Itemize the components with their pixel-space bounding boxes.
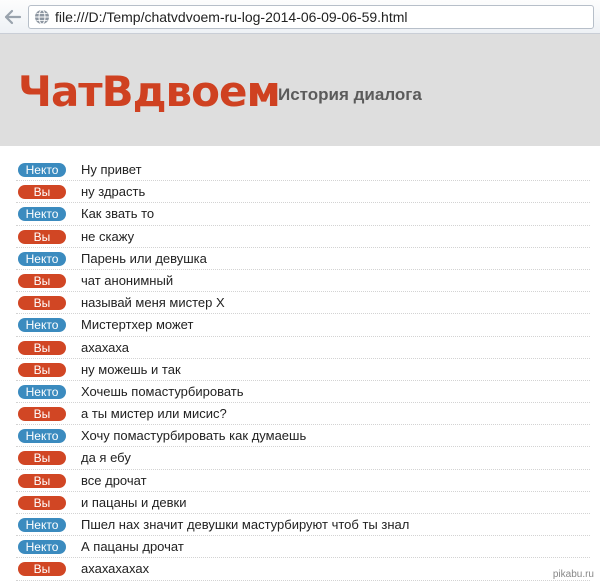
chat-message-row: Вы а ты мистер или мисис? [16,403,590,426]
message-text: А пацаны дрочат [81,539,184,555]
message-text: Ну привет [81,162,142,177]
sender-badge-you: Вы [18,451,66,466]
address-bar-url: file:///D:/Temp/chatvdvoem-ru-log-2014-0… [55,9,408,25]
message-text: и пацаны и девки [81,494,187,510]
sender-badge-stranger: Некто [18,207,66,222]
chat-message-row: Вы ну здрасть [16,181,590,204]
sender-badge-stranger: Некто [18,251,66,266]
message-text: а ты мистер или мисис? [81,406,227,422]
message-text: Как звать то [81,206,155,222]
browser-toolbar: file:///D:/Temp/chatvdvoem-ru-log-2014-0… [0,0,600,34]
chat-message-row: Вы чат анонимный [16,270,590,293]
sender-badge-stranger: Некто [18,429,66,444]
chat-message-row: Вы ахахахахах [16,558,590,581]
sender-badge-you: Вы [18,340,66,355]
page-header: ЧатВдвоем История диалога [0,34,600,146]
sender-badge-you: Вы [18,296,66,311]
message-text: ну можешь и так [81,361,181,377]
chat-message-row: Вы называй меня мистер Х [16,292,590,315]
chat-message-row: Некто Как звать то [16,203,590,226]
chat-message-row: Вы не скажу [16,226,590,248]
globe-icon [35,9,49,25]
message-text: Хочу помастурбировать как думаешь [81,428,307,444]
browser-window: file:///D:/Temp/chatvdvoem-ru-log-2014-0… [0,0,600,586]
site-logo[interactable]: ЧатВдвоем [18,68,281,116]
message-text: не скажу [81,228,135,244]
chat-message-row: Некто Парень или девушка [16,248,590,270]
message-text: Пшел нах значит девушки мастурбируют что… [81,517,410,532]
sender-badge-you: Вы [18,407,66,422]
sender-badge-you: Вы [18,185,66,200]
chat-message-row: Вы ахахаха [16,337,590,359]
page-subtitle: История диалога [278,85,422,104]
chat-message-row: Некто Пшел нах значит девушки мастурбирую… [16,514,590,537]
chat-message-row: Некто Хочу помастурбировать как думаешь [16,425,590,448]
chat-message-row: Некто Мистертхер может [16,314,590,337]
chat-message-row: Некто А пацаны дрочат [16,536,590,559]
message-text: да я ебу [81,450,131,466]
message-text: все дрочат [81,472,147,488]
sender-badge-stranger: Некто [18,318,66,333]
watermark: pikabu.ru [552,569,594,580]
message-text: Хочешь помастурбировать [81,383,244,399]
message-text: называй меня мистер Х [81,295,225,311]
chat-message-row: Некто Хочешь помастурбировать [16,381,590,404]
sender-badge-you: Вы [18,473,66,488]
message-text: ну здрасть [81,184,146,200]
sender-badge-stranger: Некто [18,384,66,399]
chat-message-row: Некто Ну привет [16,159,590,182]
back-arrow-icon[interactable] [4,9,22,25]
message-text: чат анонимный [81,272,174,288]
sender-badge-you: Вы [18,362,66,377]
sender-badge-stranger: Некто [18,540,66,555]
sender-badge-you: Вы [18,562,66,577]
sender-badge-stranger: Некто [18,518,66,532]
address-bar[interactable]: file:///D:/Temp/chatvdvoem-ru-log-2014-0… [28,5,594,29]
chat-message-row: Вы все дрочат [16,470,590,492]
sender-badge-you: Вы [18,273,66,288]
chat-log: Некто Ну привет Вы ну здрасть Некто Как звать… [0,159,600,581]
chat-message-row: Вы да я ебу [16,447,590,470]
message-text: Мистертхер может [81,317,194,333]
message-text: ахахаха [81,339,129,355]
sender-badge-you: Вы [18,229,66,244]
sender-badge-stranger: Некто [18,163,66,177]
chat-message-row: Вы и пацаны и девки [16,492,590,514]
sender-badge-you: Вы [18,495,66,510]
message-text: Парень или девушка [81,250,207,266]
chat-message-row: Вы ну можешь и так [16,359,590,381]
message-text: ахахахахах [81,561,150,577]
